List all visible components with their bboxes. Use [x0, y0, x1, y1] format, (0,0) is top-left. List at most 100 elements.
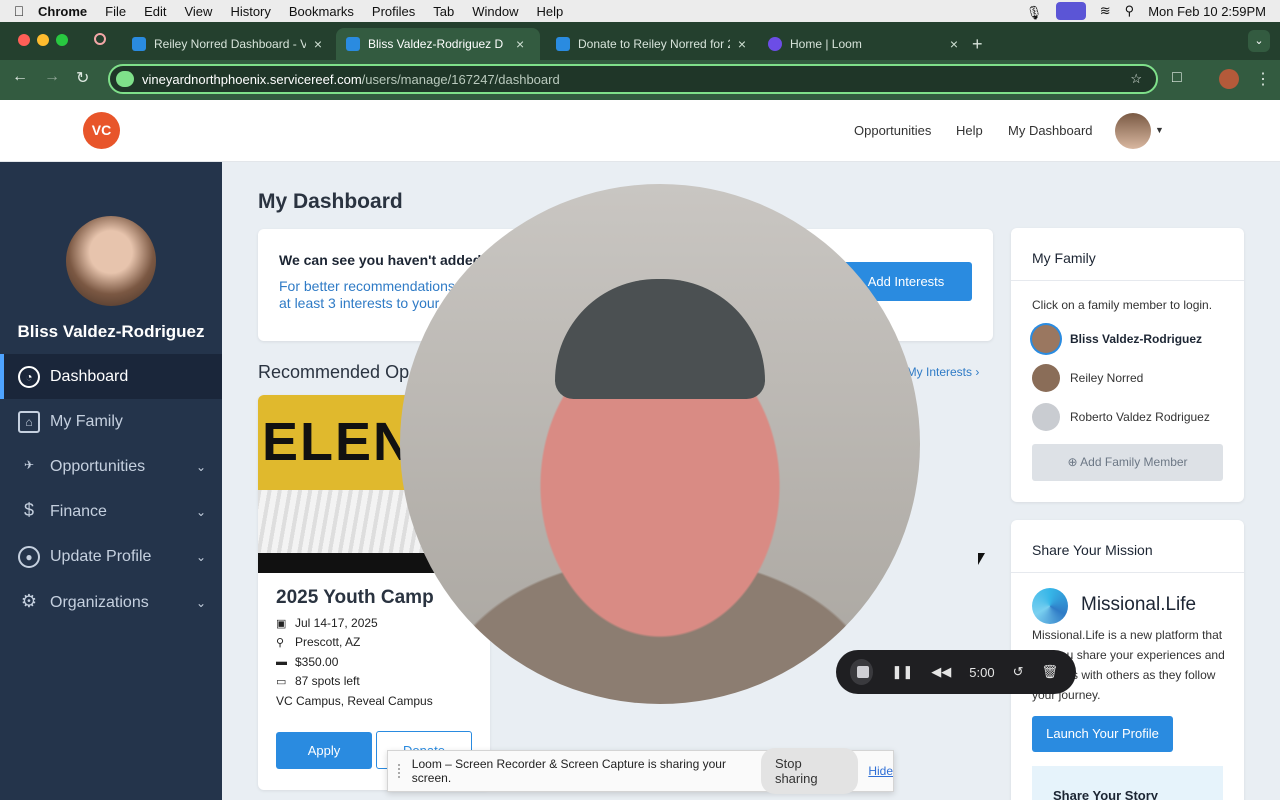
forward-icon[interactable]: → [44, 68, 60, 86]
my-family-card: My Family Click on a family member to lo… [1011, 228, 1244, 502]
nav-my-dashboard[interactable]: My Dashboard [1008, 123, 1093, 138]
loom-favicon-icon [768, 37, 782, 51]
chevron-down-icon[interactable]: ▼ [1155, 125, 1164, 135]
wifi-icon[interactable]: ≋ [1100, 3, 1111, 19]
tab-search-chevron-icon[interactable]: ⌄ [1248, 30, 1270, 52]
hide-banner-link[interactable]: Hide [868, 764, 893, 778]
user-avatar[interactable] [1115, 113, 1151, 149]
user-icon: ● [18, 545, 40, 568]
close-tab-icon[interactable]: × [516, 36, 524, 52]
chevron-down-icon: ⌄ [195, 504, 206, 519]
sidebar-item-my-family[interactable]: ⌂ My Family [0, 399, 222, 444]
servicereef-favicon-icon [346, 37, 360, 51]
menu-file[interactable]: File [105, 4, 126, 19]
tab-reiley-dashboard[interactable]: Reiley Norred Dashboard - Vi × [122, 28, 332, 60]
interests-heading: We can see you haven't added a [279, 252, 493, 268]
family-member[interactable]: Bliss Valdez-Rodriguez [1032, 325, 1202, 353]
sidebar-item-update-profile[interactable]: ● Update Profile ⌄ [0, 534, 222, 579]
back-icon[interactable]: ← [12, 68, 28, 86]
nav-opportunities[interactable]: Opportunities [854, 123, 931, 138]
close-tab-icon[interactable]: × [314, 36, 322, 52]
menu-edit[interactable]: Edit [144, 4, 166, 19]
avatar [1032, 325, 1060, 353]
edit-interests-link[interactable]: t My Interests › [900, 365, 979, 379]
address-bar[interactable]: vineyardnorthphoenix.servicereef.com/use… [108, 64, 1158, 94]
trash-icon[interactable]: 🗑 [1041, 664, 1058, 680]
gauge-icon: ◔ [18, 365, 40, 388]
credit-card-icon: ▬ [276, 656, 287, 668]
stop-sharing-button[interactable]: Stop sharing [760, 748, 859, 794]
site-header: VC Opportunities Help My Dashboard ▼ [0, 100, 1280, 162]
screen-share-icon[interactable] [1055, 2, 1086, 20]
tab-loom-home[interactable]: Home | Loom × [758, 28, 968, 60]
menu-window[interactable]: Window [472, 4, 518, 19]
browser-tab-strip: Reiley Norred Dashboard - Vi × Bliss Val… [0, 22, 1280, 60]
sidebar-item-organizations[interactable]: ⚙ Organizations ⌄ [0, 580, 222, 625]
family-hint: Click on a family member to login. [1032, 298, 1213, 312]
menu-app-name[interactable]: Chrome [38, 4, 87, 19]
opportunity-title[interactable]: 2025 Youth Camp [276, 587, 434, 609]
family-member[interactable]: Roberto Valdez Rodriguez [1032, 403, 1210, 431]
drag-handle-icon[interactable] [398, 764, 404, 778]
tab-donate[interactable]: Donate to Reiley Norred for 2 × [546, 28, 756, 60]
search-icon[interactable]: ⚲ [1125, 3, 1135, 19]
site-info-icon[interactable] [116, 71, 134, 87]
chevron-down-icon: ⌄ [195, 595, 206, 610]
mouse-cursor-icon [978, 553, 985, 565]
rewind-icon[interactable]: ◀◀ [931, 664, 951, 680]
tab-bliss-dashboard[interactable]: Bliss Valdez-Rodriguez D × [336, 28, 540, 60]
apply-button[interactable]: Apply [276, 732, 372, 769]
recording-timer: 5:00 [969, 664, 995, 680]
profile-photo [66, 216, 156, 306]
close-tab-icon[interactable]: × [950, 36, 958, 52]
opportunity-spots: ▭ 87 spots left [276, 674, 360, 688]
missional-life-logo [1032, 588, 1068, 624]
recording-icon[interactable] [94, 33, 106, 45]
maximize-window-icon[interactable] [56, 34, 68, 46]
sidebar-item-opportunities[interactable]: ✈ Opportunities ⌄ [0, 444, 222, 489]
close-tab-icon[interactable]: × [738, 36, 746, 52]
recommended-title: Recommended Op [258, 362, 410, 382]
reload-icon[interactable]: ↻ [76, 68, 89, 88]
menu-bookmarks[interactable]: Bookmarks [289, 4, 354, 19]
sidebar-item-dashboard[interactable]: ◔ Dashboard [0, 354, 222, 399]
pause-icon[interactable]: ❚❚ [891, 664, 913, 680]
nav-help[interactable]: Help [956, 123, 983, 138]
menu-history[interactable]: History [230, 4, 270, 19]
share-story-title: Share Your Story [1053, 788, 1158, 800]
menu-help[interactable]: Help [537, 4, 564, 19]
gear-icon: ⚙ [20, 590, 38, 611]
restart-icon[interactable]: ↺ [1013, 664, 1024, 680]
vc-logo[interactable]: VC [83, 112, 120, 149]
close-window-icon[interactable] [18, 34, 30, 46]
apple-icon[interactable]:  [0, 3, 38, 19]
add-family-member-button[interactable]: ⊕ Add Family Member [1032, 444, 1223, 481]
chrome-profile-avatar[interactable] [1219, 69, 1239, 89]
clock[interactable]: Mon Feb 10 2:59PM [1148, 4, 1266, 19]
sidebar-user-name: Bliss Valdez-Rodriguez [17, 322, 205, 341]
bookmark-star-icon[interactable]: ☆ [1130, 71, 1142, 87]
page-title: My Dashboard [258, 190, 403, 213]
share-story-box: Share Your Story [1032, 766, 1223, 800]
more-menu-icon[interactable]: ⋮ [1255, 69, 1271, 89]
family-member[interactable]: Reiley Norred [1032, 364, 1143, 392]
new-tab-icon[interactable]: + [972, 34, 983, 55]
launch-profile-button[interactable]: Launch Your Profile [1032, 716, 1173, 752]
plane-icon: ✈ [23, 457, 35, 472]
menu-tab[interactable]: Tab [433, 4, 454, 19]
clipboard-icon: ▭ [276, 675, 287, 688]
opportunity-venue: VC Campus, Reveal Campus [276, 694, 433, 708]
stop-recording-icon[interactable] [850, 659, 874, 685]
loom-webcam-bubble[interactable] [400, 184, 920, 704]
missional-life-name: Missional.Life [1081, 594, 1197, 615]
microphone-icon[interactable]: 🎙 [1026, 5, 1043, 20]
sidebar-item-finance[interactable]: $ Finance ⌄ [0, 489, 222, 534]
chevron-down-icon: ⌄ [195, 549, 206, 564]
menu-view[interactable]: View [184, 4, 212, 19]
mission-card-title: Share Your Mission [1032, 542, 1153, 558]
menu-profiles[interactable]: Profiles [372, 4, 415, 19]
webcam-video [555, 279, 765, 399]
extensions-icon[interactable]: □ [1172, 69, 1182, 87]
url-host: vineyardnorthphoenix.servicereef.com [142, 71, 362, 87]
minimize-window-icon[interactable] [37, 34, 49, 46]
